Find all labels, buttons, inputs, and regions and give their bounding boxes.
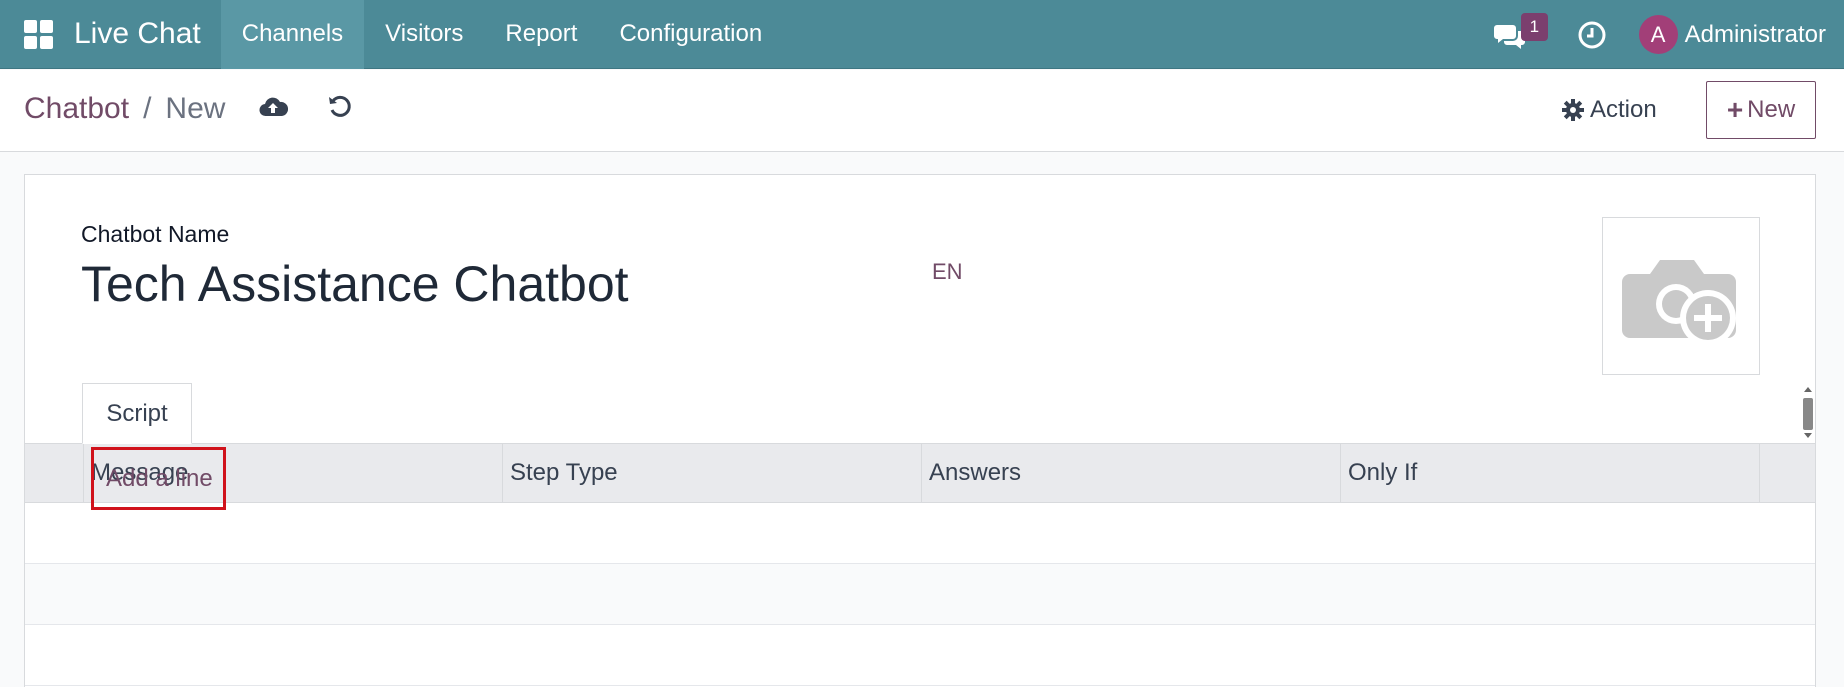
apps-menu-icon[interactable] xyxy=(0,0,76,69)
scroll-up-arrow[interactable] xyxy=(1804,387,1812,392)
save-cloud-icon[interactable] xyxy=(258,94,289,122)
menu-visitors[interactable]: Visitors xyxy=(364,0,484,69)
menu-configuration[interactable]: Configuration xyxy=(598,0,783,69)
messaging-menu[interactable]: 1 xyxy=(1493,12,1549,55)
column-header-spacer xyxy=(1759,444,1815,502)
app-brand[interactable]: Live Chat xyxy=(74,17,221,51)
control-panel: Chatbot / New Action + New xyxy=(0,70,1844,152)
action-label: Action xyxy=(1590,96,1657,123)
tab-script[interactable]: Script xyxy=(82,383,192,444)
gear-icon xyxy=(1562,99,1584,121)
add-a-line-link[interactable]: Add a line xyxy=(91,447,226,510)
menu-channels[interactable]: Channels xyxy=(220,0,365,69)
action-button[interactable]: Action xyxy=(1562,92,1657,128)
chatbot-name-field[interactable]: Tech Assistance Chatbot xyxy=(81,255,629,313)
scrollbar-thumb[interactable] xyxy=(1803,398,1813,430)
column-header-step-type[interactable]: Step Type xyxy=(502,444,921,502)
table-header: Message Step Type Answers Only If xyxy=(25,443,1815,503)
new-button[interactable]: + New xyxy=(1706,81,1816,139)
table-row xyxy=(25,564,1815,625)
column-header-answers[interactable]: Answers xyxy=(921,444,1340,502)
form-sheet: Chatbot Name Tech Assistance Chatbot EN … xyxy=(24,174,1816,687)
discard-changes-icon[interactable] xyxy=(327,94,355,122)
avatar[interactable]: A xyxy=(1638,15,1678,54)
handle-column-header xyxy=(25,444,83,502)
menu-report[interactable]: Report xyxy=(484,0,598,69)
chatbot-image-field[interactable] xyxy=(1602,217,1760,375)
chatbot-name-label: Chatbot Name xyxy=(81,221,230,247)
clock-icon xyxy=(1578,21,1606,48)
breadcrumb-current: New xyxy=(165,92,226,125)
plus-icon: + xyxy=(1726,94,1744,125)
new-label: New xyxy=(1747,96,1796,123)
camera-plus-icon xyxy=(1622,260,1736,346)
column-header-only-if[interactable]: Only If xyxy=(1340,444,1759,502)
top-navbar: Live Chat Channels Visitors Report Confi… xyxy=(0,0,1844,69)
message-count-badge: 1 xyxy=(1520,12,1549,41)
scroll-down-arrow[interactable] xyxy=(1804,433,1812,438)
breadcrumb-separator: / xyxy=(143,92,152,125)
user-name[interactable]: Administrator xyxy=(1685,21,1826,49)
breadcrumb-chatbot[interactable]: Chatbot xyxy=(24,92,129,126)
breadcrumb: Chatbot / New xyxy=(24,92,225,126)
language-toggle[interactable]: EN xyxy=(932,259,963,285)
table-row xyxy=(25,625,1815,686)
activity-menu[interactable] xyxy=(1577,18,1611,52)
table-row xyxy=(25,503,1815,564)
script-table: Message Step Type Answers Only If Add a … xyxy=(25,443,1815,686)
